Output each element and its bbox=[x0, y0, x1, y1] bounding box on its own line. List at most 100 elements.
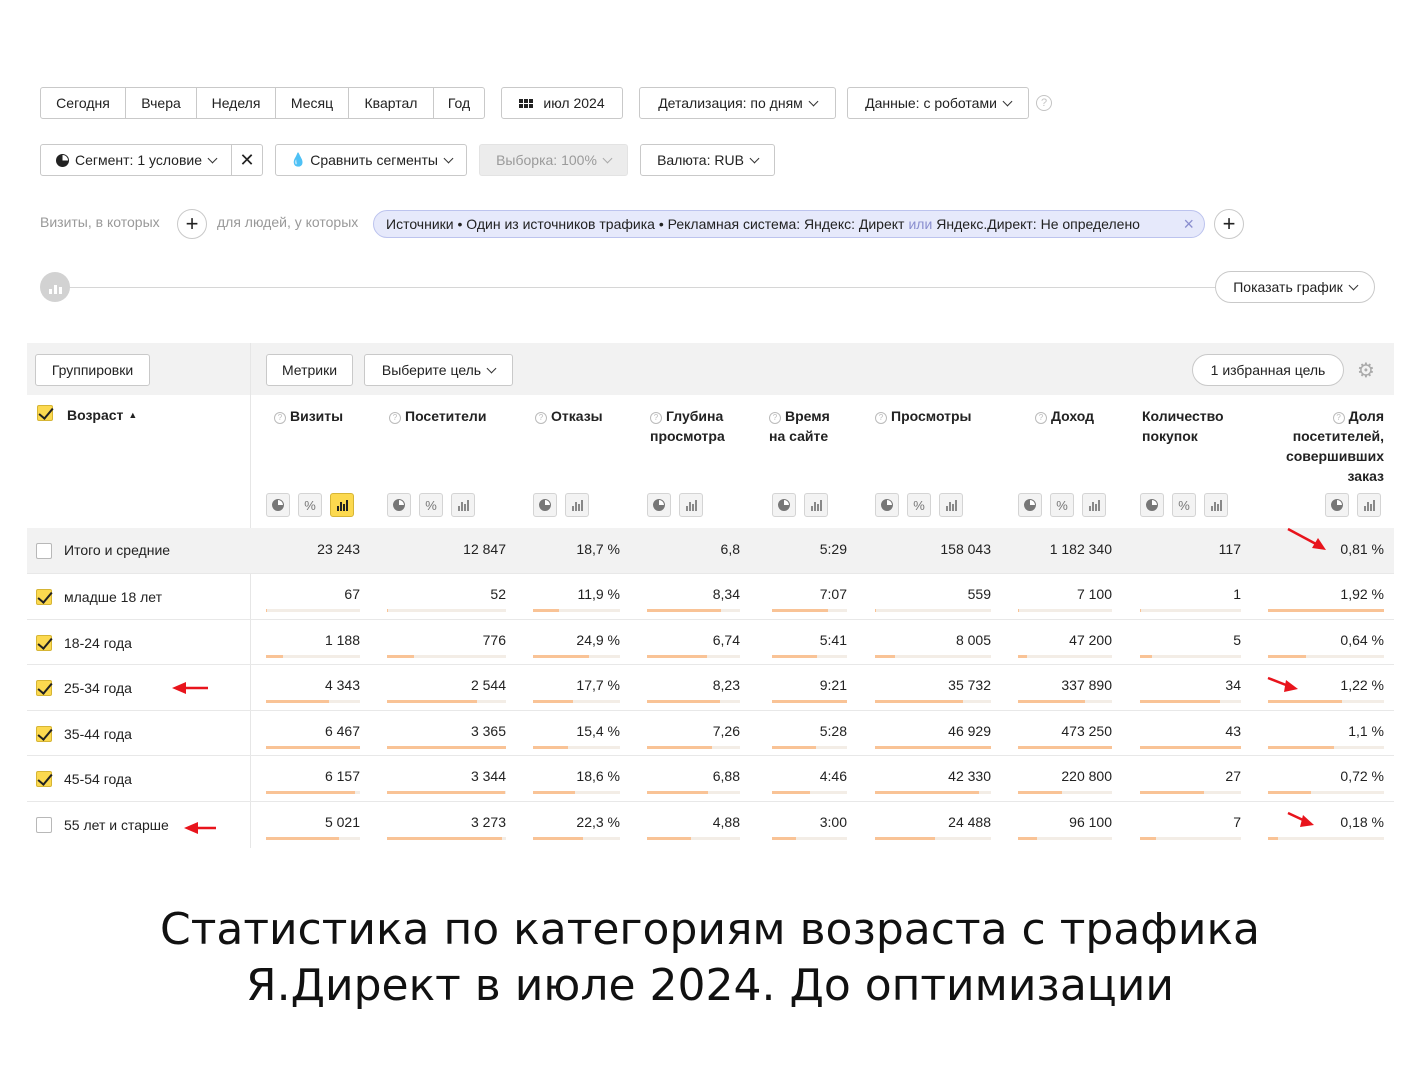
pie-chart-icon[interactable] bbox=[875, 493, 899, 517]
percent-icon[interactable]: % bbox=[1050, 493, 1074, 517]
pie-chart-icon[interactable] bbox=[1018, 493, 1042, 517]
help-icon[interactable]: ? bbox=[875, 412, 887, 424]
detail-dropdown[interactable]: Детализация: по дням bbox=[639, 87, 836, 119]
sample-dropdown[interactable]: Выборка: 100% bbox=[479, 144, 628, 176]
bar-chart-icon[interactable] bbox=[1082, 493, 1106, 517]
column-header-text: просмотра bbox=[650, 428, 725, 444]
tab-week[interactable]: Неделя bbox=[197, 88, 276, 118]
pie-chart-icon[interactable] bbox=[387, 493, 411, 517]
show-chart-label: Показать график bbox=[1233, 279, 1343, 295]
segment-button[interactable]: Сегмент: 1 условие bbox=[40, 144, 232, 176]
help-icon[interactable]: ? bbox=[1332, 412, 1345, 424]
column-header[interactable]: ? Доход bbox=[1035, 406, 1094, 426]
column-header-text: на сайте bbox=[769, 428, 829, 444]
add-visit-condition-button[interactable]: + bbox=[177, 209, 207, 239]
table-cell: 7 bbox=[1233, 814, 1241, 830]
dimension-checkbox[interactable] bbox=[37, 405, 53, 421]
bar-chart-icon[interactable] bbox=[804, 493, 828, 517]
share-bar-fill bbox=[266, 654, 283, 658]
help-icon[interactable]: ? bbox=[650, 412, 662, 424]
row-checkbox[interactable] bbox=[36, 680, 52, 697]
pie-chart-icon[interactable] bbox=[1325, 493, 1349, 517]
table-cell: 15,4 % bbox=[576, 722, 620, 739]
row-checkbox[interactable] bbox=[36, 817, 52, 833]
column-header[interactable]: ? Посетители bbox=[389, 406, 486, 426]
share-bar-track bbox=[875, 700, 991, 704]
tab-yesterday[interactable]: Вчера bbox=[126, 88, 197, 118]
row-checkbox[interactable] bbox=[36, 634, 52, 651]
pie-chart-icon[interactable] bbox=[266, 493, 290, 517]
table-cell: 1,22 % bbox=[1340, 677, 1384, 694]
table-cell: 7 100 bbox=[1076, 586, 1112, 602]
remove-filter-icon[interactable]: × bbox=[1183, 214, 1194, 235]
share-bar-track bbox=[1140, 791, 1241, 795]
column-header[interactable]: ? Время на сайте bbox=[769, 406, 830, 446]
pie-chart-icon[interactable] bbox=[647, 493, 671, 517]
column-header[interactable]: ? Отказы bbox=[535, 406, 603, 426]
annotation-arrow bbox=[172, 682, 208, 694]
clear-segment-button[interactable]: ✕ bbox=[231, 144, 263, 176]
chart-icon[interactable] bbox=[40, 272, 70, 302]
groupings-label: Группировки bbox=[51, 362, 134, 378]
currency-dropdown[interactable]: Валюта: RUB bbox=[640, 144, 775, 176]
groupings-button[interactable]: Группировки bbox=[35, 354, 150, 386]
column-header[interactable]: ? Доля посетителей, совершивших заказ bbox=[1270, 406, 1384, 486]
favorite-goal-button[interactable]: 1 избранная цель bbox=[1192, 354, 1344, 386]
share-bar-track bbox=[266, 837, 360, 840]
share-bar-fill bbox=[533, 745, 568, 749]
bar-chart-icon[interactable] bbox=[939, 493, 963, 517]
column-header[interactable]: ? Визиты bbox=[274, 406, 343, 426]
tab-month[interactable]: Месяц bbox=[276, 88, 349, 118]
data-dropdown[interactable]: Данные: с роботами bbox=[847, 87, 1029, 119]
share-bar-fill bbox=[772, 837, 796, 840]
column-header[interactable]: ? Просмотры bbox=[875, 406, 972, 426]
row-checkbox[interactable] bbox=[36, 771, 52, 788]
percent-icon[interactable]: % bbox=[907, 493, 931, 517]
help-icon[interactable]: ? bbox=[274, 412, 286, 424]
tab-today[interactable]: Сегодня bbox=[41, 88, 126, 118]
percent-icon[interactable]: % bbox=[298, 493, 322, 517]
bar-chart-icon[interactable] bbox=[1204, 493, 1228, 517]
row-checkbox[interactable] bbox=[36, 725, 52, 742]
dimension-header[interactable]: Возраст ▲ bbox=[67, 407, 137, 423]
gear-icon[interactable]: ⚙ bbox=[1356, 361, 1376, 381]
share-bar-track bbox=[387, 609, 506, 612]
bar-chart-icon[interactable] bbox=[330, 493, 354, 517]
pie-chart-icon[interactable] bbox=[772, 493, 796, 517]
table-cell: 1 188 bbox=[324, 631, 360, 648]
share-bar-fill bbox=[875, 654, 895, 658]
compare-segments-button[interactable]: 💧 Сравнить сегменты bbox=[275, 144, 467, 176]
filter-condition-pill[interactable]: Источники • Один из источников трафика •… bbox=[373, 210, 1205, 238]
share-bar-track bbox=[1140, 837, 1241, 840]
pie-chart-icon[interactable] bbox=[533, 493, 557, 517]
table-cell: 43 bbox=[1225, 722, 1241, 739]
date-picker-button[interactable]: июл 2024 bbox=[501, 87, 623, 119]
percent-icon[interactable]: % bbox=[1172, 493, 1196, 517]
table-cell: 220 800 bbox=[1061, 768, 1112, 785]
add-people-condition-button[interactable]: + bbox=[1214, 209, 1244, 239]
bar-chart-icon[interactable] bbox=[1357, 493, 1381, 517]
table-cell: 6 467 bbox=[324, 722, 360, 739]
row-checkbox[interactable] bbox=[36, 589, 52, 605]
pie-chart-icon[interactable] bbox=[1140, 493, 1164, 517]
show-chart-button[interactable]: Показать график bbox=[1215, 271, 1375, 303]
bar-chart-icon[interactable] bbox=[565, 493, 589, 517]
bar-chart-icon[interactable] bbox=[451, 493, 475, 517]
row-label: 25-34 года bbox=[64, 680, 132, 697]
help-icon[interactable]: ? bbox=[1035, 412, 1047, 424]
metrics-button[interactable]: Метрики bbox=[266, 354, 353, 386]
table-cell: 11,9 % bbox=[577, 586, 620, 602]
help-icon[interactable]: ? bbox=[389, 412, 401, 424]
goal-dropdown[interactable]: Выберите цель bbox=[364, 354, 513, 386]
tab-year[interactable]: Год bbox=[434, 88, 484, 118]
help-icon[interactable]: ? bbox=[535, 412, 547, 424]
column-header[interactable]: Количество покупок bbox=[1142, 406, 1224, 446]
help-icon[interactable]: ? bbox=[1036, 95, 1052, 111]
bar-chart-icon[interactable] bbox=[679, 493, 703, 517]
column-header[interactable]: ? Глубина просмотра bbox=[650, 406, 725, 446]
total-row-checkbox[interactable] bbox=[36, 543, 52, 559]
tab-quarter[interactable]: Квартал bbox=[349, 88, 434, 118]
percent-icon[interactable]: % bbox=[419, 493, 443, 517]
help-icon[interactable]: ? bbox=[769, 412, 781, 424]
metrics-label: Метрики bbox=[281, 362, 338, 378]
